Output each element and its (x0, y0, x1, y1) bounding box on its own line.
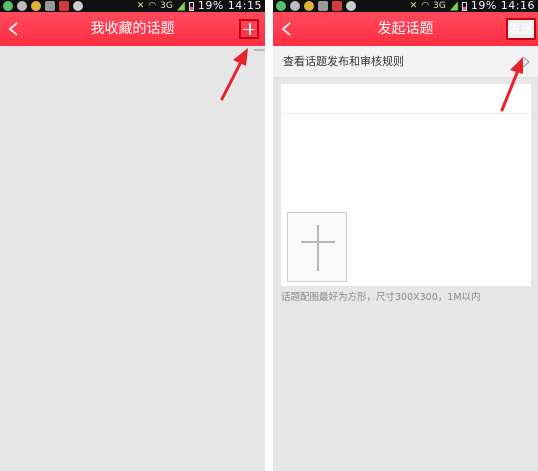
send-button[interactable]: 发送 (506, 18, 536, 40)
rules-link-row[interactable]: 查看话题发布和审核规则 (273, 46, 538, 78)
rules-link-label: 查看话题发布和审核规则 (283, 55, 404, 68)
favorite-topics-screen: ✕ ◠ 3G 19% 14:15 我收藏的话题 (0, 0, 265, 471)
app-notification-icon (304, 1, 314, 11)
topic-content-input[interactable] (281, 120, 531, 200)
clock: 14:15 (227, 0, 262, 12)
battery-icon (188, 1, 194, 11)
annotation-arrow (220, 48, 248, 101)
image-notification-icon (45, 1, 55, 11)
clock: 14:16 (500, 0, 535, 12)
shield-notification-icon (73, 1, 83, 11)
image-hint: 话题配图最好为方形，尺寸300X300，1M以内 (281, 292, 481, 303)
topic-form (281, 84, 531, 286)
battery-percent: 19% (470, 0, 497, 12)
signal-icon (449, 1, 458, 11)
app-notification-icon (31, 1, 41, 11)
shield-notification-icon (346, 1, 356, 11)
chevron-right-icon (522, 56, 530, 68)
mute-icon: ✕ (136, 1, 145, 11)
create-topic-screen: ✕ ◠ 3G 19% 14:16 发起话题 发送 查看话题发布和审核规则 话题配… (273, 0, 538, 471)
app-notification-icon (332, 1, 342, 11)
add-topic-button[interactable] (239, 19, 259, 39)
image-picker[interactable] (287, 212, 347, 282)
mute-icon: ✕ (409, 1, 418, 11)
app-notification-icon (3, 1, 13, 11)
network-type: 3G (433, 1, 446, 11)
page-title: 发起话题 (377, 21, 434, 37)
app-notification-icon (276, 1, 286, 11)
divider (265, 0, 273, 471)
signal-icon (176, 1, 185, 11)
status-bar: ✕ ◠ 3G 19% 14:16 (273, 0, 538, 12)
title-bar: 发起话题 发送 (273, 12, 538, 46)
wifi-icon: ◠ (421, 1, 430, 11)
network-type: 3G (160, 1, 173, 11)
battery-icon (461, 1, 467, 11)
topic-title-input[interactable] (281, 84, 531, 114)
search-notification-icon (17, 1, 27, 11)
battery-percent: 19% (197, 0, 224, 12)
page-title: 我收藏的话题 (90, 21, 175, 37)
image-notification-icon (318, 1, 328, 11)
wifi-icon: ◠ (148, 1, 157, 11)
app-notification-icon (59, 1, 69, 11)
search-notification-icon (290, 1, 300, 11)
title-bar: 我收藏的话题 (0, 12, 265, 46)
status-bar: ✕ ◠ 3G 19% 14:15 (0, 0, 265, 12)
